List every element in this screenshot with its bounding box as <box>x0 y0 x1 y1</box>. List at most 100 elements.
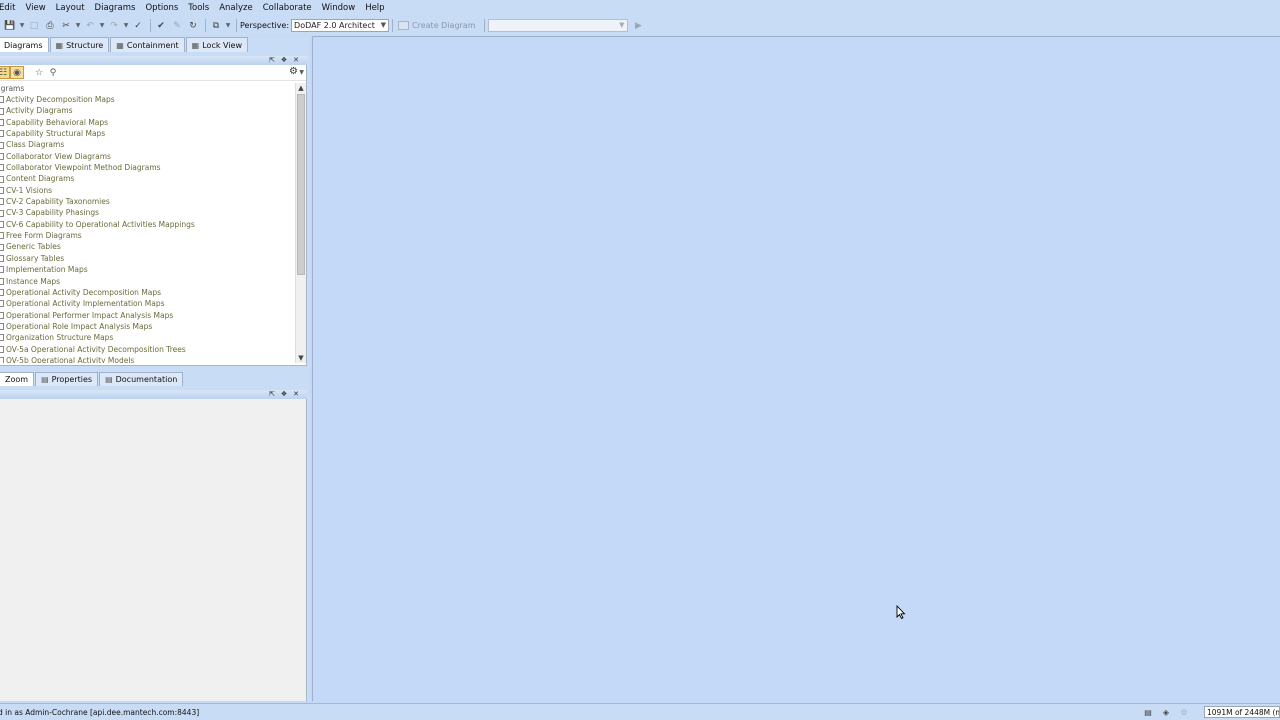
tree-item[interactable]: Capability Behavioral Maps <box>0 117 294 128</box>
diagram-editor-area[interactable] <box>312 36 1280 701</box>
tree-item[interactable]: Instance Maps <box>0 276 294 287</box>
tree-item[interactable]: Organization Structure Maps <box>0 332 294 343</box>
copy-dropdown-icon[interactable]: ▼ <box>225 22 231 29</box>
star-icon[interactable]: ☆ <box>32 66 46 79</box>
close-icon[interactable]: ✕ <box>293 56 299 65</box>
tree-root[interactable]: agrams <box>0 83 294 94</box>
tab-diagrams[interactable]: Diagrams <box>0 37 49 52</box>
menu-collaborate[interactable]: Collaborate <box>258 0 317 16</box>
folder-icon <box>0 243 4 251</box>
tree-item[interactable]: OV-5b Operational Activity Models <box>0 355 294 363</box>
gear-dropdown-icon[interactable]: ▼ <box>299 69 304 76</box>
print-icon[interactable]: ⎙ <box>43 19 57 33</box>
tree-item[interactable]: Activity Diagrams <box>0 105 294 116</box>
save-icon[interactable]: 💾 <box>3 19 17 33</box>
folder-icon <box>0 118 4 126</box>
redo-icon[interactable]: ↷ <box>107 19 121 33</box>
redo-dropdown-icon[interactable]: ▼ <box>123 22 129 29</box>
diagram-type-select[interactable]: ▼ <box>487 19 628 32</box>
menu-help[interactable]: Help <box>360 0 389 16</box>
save-dropdown-icon[interactable]: ▼ <box>19 22 25 29</box>
folder-icon <box>0 277 4 285</box>
menu-tools[interactable]: Tools <box>183 0 214 16</box>
gear-icon[interactable]: ⚙ <box>289 66 298 77</box>
menu-layout[interactable]: Layout <box>51 0 90 16</box>
tree-item[interactable]: Implementation Maps <box>0 264 294 275</box>
memory-indicator[interactable]: 1091M of 2448M (ma <box>1204 706 1280 718</box>
folder-icon <box>0 130 4 138</box>
tree-item-label: Activity Diagrams <box>6 106 73 116</box>
undo-dropdown-icon[interactable]: ▼ <box>99 22 105 29</box>
new-icon[interactable]: □ <box>27 19 41 33</box>
tree-item[interactable]: Generic Tables <box>0 241 294 252</box>
menu-edit[interactable]: Edit <box>0 0 20 16</box>
menu-diagrams[interactable]: Diagrams <box>90 0 141 16</box>
pin-icon[interactable]: ❖ <box>281 56 287 65</box>
edit-icon[interactable]: ✎ <box>170 19 184 33</box>
notification-icon[interactable]: ◈ <box>1160 707 1172 718</box>
tree-item[interactable]: Capability Structural Maps <box>0 128 294 139</box>
tree-item[interactable]: Collaborator Viewpoint Method Diagrams <box>0 162 294 173</box>
copy-icon[interactable]: ⧉ <box>209 19 223 33</box>
tree-item[interactable]: Content Diagrams <box>0 173 294 184</box>
tree-item[interactable]: Operational Role Impact Analysis Maps <box>0 321 294 332</box>
tree-view-icon[interactable]: ☷ <box>0 66 10 79</box>
scroll-down-icon[interactable]: ▼ <box>296 353 306 363</box>
folder-icon <box>0 175 4 183</box>
tree-item[interactable]: Glossary Tables <box>0 253 294 264</box>
scissors-dropdown-icon[interactable]: ▼ <box>75 22 81 29</box>
tree-item[interactable]: Activity Decomposition Maps <box>0 94 294 105</box>
group-icon[interactable]: ◉ <box>10 66 24 79</box>
tree-item[interactable]: Class Diagrams <box>0 139 294 150</box>
tree-scrollbar[interactable]: ▲ ▼ <box>295 83 306 363</box>
sync-icon[interactable]: ↻ <box>186 19 200 33</box>
tab-documentation[interactable]: ▤ Documentation <box>99 372 184 386</box>
tab-structure[interactable]: ▦ Structure <box>49 37 110 52</box>
app-window: Edit View Layout Diagrams Options Tools … <box>0 0 1280 720</box>
tree-item-label: Glossary Tables <box>6 253 65 263</box>
search-icon[interactable]: ⚲ <box>46 66 60 79</box>
scissors-icon[interactable]: ✂ <box>59 19 73 33</box>
float-icon[interactable]: ⇱ <box>269 390 275 399</box>
run-icon[interactable]: ▶ <box>632 19 646 33</box>
tree-item[interactable]: CV-1 Visions <box>0 185 294 196</box>
tree-item-label: Operational Role Impact Analysis Maps <box>6 321 153 331</box>
menu-analyze[interactable]: Analyze <box>214 0 258 16</box>
tab-lock-view[interactable]: ▦ Lock View <box>185 37 249 52</box>
diagram-tree: agrams Activity Decomposition MapsActivi… <box>0 83 294 363</box>
tree-item[interactable]: Operational Activity Implementation Maps <box>0 298 294 309</box>
tab-properties[interactable]: ▤ Properties <box>35 372 99 386</box>
tree-item[interactable]: Free Form Diagrams <box>0 230 294 241</box>
tab-zoom[interactable]: Zoom <box>0 372 35 386</box>
tree-item-label: Operational Activity Implementation Maps <box>6 299 165 309</box>
perspective-select[interactable]: DoDAF 2.0 Architect ▼ <box>291 19 390 32</box>
menu-view[interactable]: View <box>20 0 50 16</box>
tree-item[interactable]: Operational Activity Decomposition Maps <box>0 287 294 298</box>
tree-item[interactable]: Operational Performer Impact Analysis Ma… <box>0 310 294 321</box>
validate-icon[interactable]: ✓ <box>131 19 145 33</box>
undo-icon[interactable]: ↶ <box>83 19 97 33</box>
scroll-up-icon[interactable]: ▲ <box>296 83 306 93</box>
folder-icon <box>0 254 4 262</box>
pin-icon[interactable]: ❖ <box>281 390 287 399</box>
status-right: ▤ ◈ ⚙ 1091M of 2448M (ma <box>1142 704 1280 720</box>
settings-icon[interactable]: ⚙ <box>1178 707 1190 718</box>
tree-item[interactable]: OV-5a Operational Activity Decomposition… <box>0 344 294 355</box>
float-icon[interactable]: ⇱ <box>269 56 275 65</box>
scroll-thumb[interactable] <box>297 94 305 275</box>
close-icon[interactable]: ✕ <box>293 390 299 399</box>
tree-item[interactable]: CV-3 Capability Phasings <box>0 207 294 218</box>
tree-item-label: Implementation Maps <box>6 265 88 275</box>
folder-icon <box>0 323 4 331</box>
menu-window[interactable]: Window <box>317 0 361 16</box>
network-icon[interactable]: ▤ <box>1142 707 1154 718</box>
menu-options[interactable]: Options <box>140 0 183 16</box>
tree-item[interactable]: CV-2 Capability Taxonomies <box>0 196 294 207</box>
tree-item[interactable]: CV-6 Capability to Operational Activitie… <box>0 219 294 230</box>
structure-icon: ▦ <box>55 40 64 50</box>
tree-item[interactable]: Collaborator View Diagrams <box>0 151 294 162</box>
create-diagram-button[interactable]: Create Diagram <box>398 21 476 30</box>
tree-item-label: Class Diagrams <box>6 140 65 150</box>
check-icon[interactable]: ✔ <box>154 19 168 33</box>
tab-containment[interactable]: ▦ Containment <box>110 37 185 52</box>
